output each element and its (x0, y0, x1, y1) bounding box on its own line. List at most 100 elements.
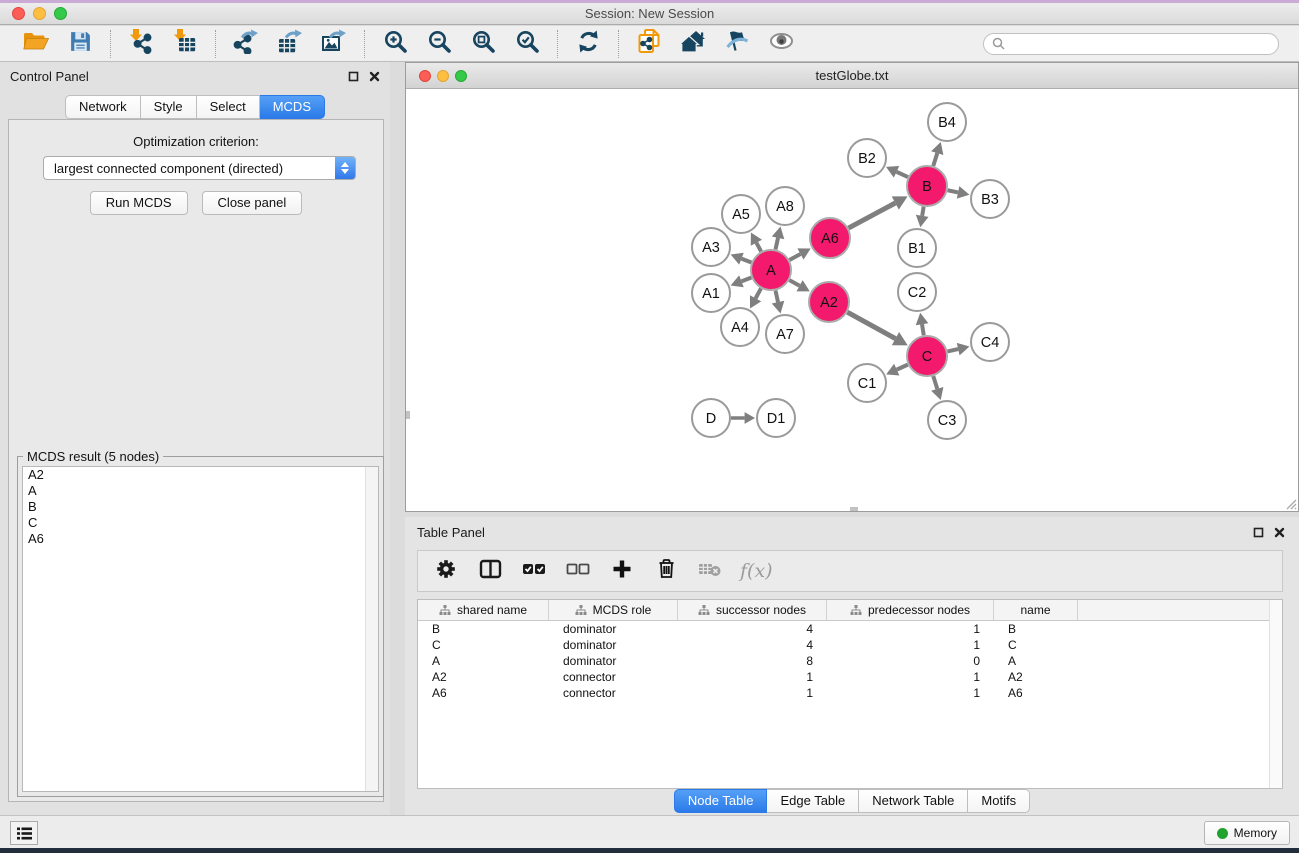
table-row[interactable]: A6connector11A6 (418, 685, 1282, 701)
cell-successor_nodes[interactable]: 4 (678, 621, 827, 637)
node-table[interactable]: shared name MCDS role successor nodes pr… (417, 599, 1283, 789)
column-header-successor_nodes[interactable]: successor nodes (678, 600, 827, 620)
edge-A-A4[interactable] (756, 288, 761, 298)
cell-mcds_role[interactable]: connector (549, 669, 678, 685)
cell-mcds_role[interactable]: dominator (549, 637, 678, 653)
select-all-columns-button[interactable] (520, 557, 548, 585)
refresh-layout-button[interactable] (570, 29, 606, 59)
import-network-button[interactable] (123, 29, 159, 59)
edge-A-A3[interactable] (741, 259, 751, 263)
network-graph[interactable]: B4B2BB3A8A5A6A3B1AA1C2A2A4A7C4CC1C3DD1 (406, 89, 1298, 512)
tab-edge-table[interactable]: Edge Table (767, 789, 859, 813)
cell-predecessor_nodes[interactable]: 1 (827, 621, 994, 637)
deselect-all-columns-button[interactable] (564, 557, 592, 585)
table-row[interactable]: A2connector11A2 (418, 669, 1282, 685)
cell-name[interactable]: A (994, 653, 1078, 669)
table-row[interactable]: Cdominator41C (418, 637, 1282, 653)
cell-shared_name[interactable]: A2 (418, 669, 549, 685)
network-close-button[interactable] (419, 70, 431, 82)
edge-A-A7[interactable] (775, 291, 778, 303)
edge-B-B4[interactable] (933, 153, 937, 166)
edge-C-C4[interactable] (947, 349, 958, 351)
zoom-window-button[interactable] (54, 7, 67, 20)
cell-predecessor_nodes[interactable]: 1 (827, 685, 994, 701)
edge-A-A2[interactable] (789, 280, 799, 286)
cell-shared_name[interactable]: C (418, 637, 549, 653)
tab-style[interactable]: Style (141, 95, 197, 119)
cell-successor_nodes[interactable]: 8 (678, 653, 827, 669)
cell-successor_nodes[interactable]: 4 (678, 637, 827, 653)
duplicate-network-button[interactable] (631, 29, 667, 59)
app-titlebar[interactable]: Session: New Session (0, 3, 1299, 25)
zoom-in-button[interactable] (377, 29, 413, 59)
column-header-shared_name[interactable]: shared name (418, 600, 549, 620)
tab-mcds[interactable]: MCDS (260, 95, 325, 119)
network-minimize-button[interactable] (437, 70, 449, 82)
cell-successor_nodes[interactable]: 1 (678, 669, 827, 685)
cell-name[interactable]: C (994, 637, 1078, 653)
network-canvas[interactable]: B4B2BB3A8A5A6A3B1AA1C2A2A4A7C4CC1C3DD1 (406, 89, 1298, 511)
mcds-result-item[interactable]: A2 (23, 467, 378, 483)
cell-shared_name[interactable]: A6 (418, 685, 549, 701)
tab-node-table[interactable]: Node Table (674, 789, 768, 813)
close-window-button[interactable] (12, 7, 25, 20)
cell-name[interactable]: A6 (994, 685, 1078, 701)
column-header-name[interactable]: name (994, 600, 1078, 620)
open-session-button[interactable] (18, 29, 54, 59)
zoom-fit-button[interactable] (465, 29, 501, 59)
float-table-panel-icon[interactable] (1253, 527, 1264, 538)
network-zoom-button[interactable] (455, 70, 467, 82)
edge-A-A6[interactable] (789, 254, 800, 260)
mcds-result-item[interactable]: C (23, 515, 378, 531)
cell-predecessor_nodes[interactable]: 0 (827, 653, 994, 669)
minimize-window-button[interactable] (33, 7, 46, 20)
export-network-button[interactable] (228, 29, 264, 59)
cell-predecessor_nodes[interactable]: 1 (827, 637, 994, 653)
import-table-button[interactable] (167, 29, 203, 59)
zoom-selected-button[interactable] (509, 29, 545, 59)
cell-mcds_role[interactable]: dominator (549, 621, 678, 637)
column-header-mcds_role[interactable]: MCDS role (549, 600, 678, 620)
edge-A2-C[interactable] (847, 312, 895, 338)
edge-C-C3[interactable] (933, 376, 937, 389)
close-panel-icon[interactable] (369, 71, 380, 82)
task-history-button[interactable] (10, 821, 38, 845)
edge-B-B2[interactable] (897, 172, 908, 177)
export-table-button[interactable] (272, 29, 308, 59)
split-table-button[interactable] (476, 557, 504, 585)
edge-C-C1[interactable] (897, 365, 908, 370)
mcds-result-list[interactable]: A2ABCA6 (22, 466, 379, 792)
edge-A-A5[interactable] (756, 243, 761, 252)
mcds-result-item[interactable]: A (23, 483, 378, 499)
run-mcds-button[interactable]: Run MCDS (90, 191, 188, 215)
tab-select[interactable]: Select (197, 95, 260, 119)
resize-grip-icon[interactable] (1283, 496, 1297, 510)
mcds-result-item[interactable]: A6 (23, 531, 378, 547)
mcds-result-item[interactable]: B (23, 499, 378, 515)
network-window-titlebar[interactable]: testGlobe.txt (406, 63, 1298, 89)
cell-shared_name[interactable]: A (418, 653, 549, 669)
resize-handle[interactable] (406, 411, 410, 419)
cell-mcds_role[interactable]: connector (549, 685, 678, 701)
add-column-button[interactable] (608, 557, 636, 585)
criterion-dropdown[interactable]: largest connected component (directed) (43, 156, 356, 180)
zoom-out-button[interactable] (421, 29, 457, 59)
cell-shared_name[interactable]: B (418, 621, 549, 637)
edge-A6-B[interactable] (849, 203, 896, 228)
tab-motifs[interactable]: Motifs (968, 789, 1030, 813)
edge-B-B1[interactable] (922, 207, 923, 216)
edge-C-C2[interactable] (922, 324, 924, 335)
table-row[interactable]: Adominator80A (418, 653, 1282, 669)
cell-predecessor_nodes[interactable]: 1 (827, 669, 994, 685)
column-header-predecessor_nodes[interactable]: predecessor nodes (827, 600, 994, 620)
memory-button[interactable]: Memory (1204, 821, 1290, 845)
table-scrollbar[interactable] (1269, 600, 1282, 788)
search-input[interactable] (1010, 37, 1270, 51)
eye-button[interactable] (763, 29, 799, 59)
cell-successor_nodes[interactable]: 1 (678, 685, 827, 701)
resize-handle[interactable] (850, 507, 858, 511)
export-image-button[interactable] (316, 29, 352, 59)
close-panel-button[interactable]: Close panel (202, 191, 303, 215)
cell-name[interactable]: B (994, 621, 1078, 637)
visibility-flag-button[interactable] (719, 29, 755, 59)
